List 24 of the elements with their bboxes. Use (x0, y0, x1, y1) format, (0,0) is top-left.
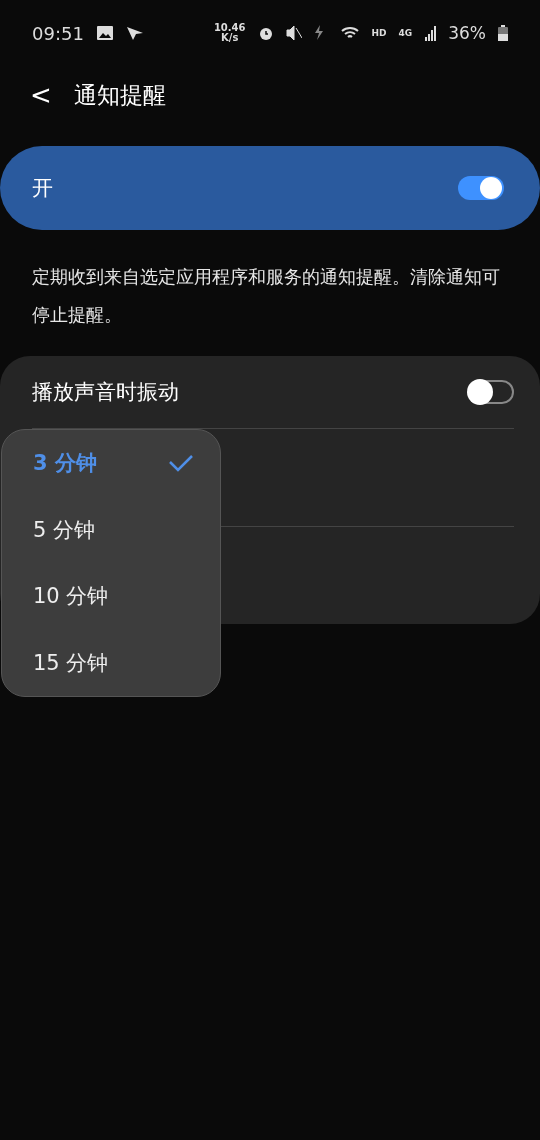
image-icon (95, 25, 114, 41)
battery-percent: 36% (448, 23, 486, 43)
back-button[interactable]: < (30, 80, 52, 110)
hd-label: HD (371, 28, 387, 38)
clock: 09:51 (32, 22, 84, 44)
page-title: 通知提醒 (73, 80, 166, 110)
wifi-icon (339, 25, 360, 41)
description: 定期收到来自选定应用程序和服务的通知提醒。清除通知可停止提醒。 (32, 265, 501, 327)
check-icon (168, 454, 194, 473)
toggle-switch[interactable] (458, 176, 504, 200)
toggle-switch[interactable] (468, 380, 514, 404)
menu-option[interactable]: 15 分钟 (2, 629, 220, 696)
network-speed: 10.46 K/s (213, 23, 246, 43)
switch-label: 开 (32, 175, 53, 202)
menu-option[interactable]: 5 分钟 (2, 496, 220, 563)
menu-option[interactable]: 10 分钟 (2, 563, 220, 630)
setting-label: 播放声音时振动 (32, 379, 179, 406)
network-type: 4G (398, 28, 413, 38)
mute-icon (285, 25, 302, 41)
send-icon (125, 25, 144, 41)
alarm-icon (257, 25, 274, 41)
signal-icon (424, 25, 437, 41)
battery-icon (498, 25, 508, 41)
master-switch-bar[interactable]: 开 (0, 146, 540, 230)
